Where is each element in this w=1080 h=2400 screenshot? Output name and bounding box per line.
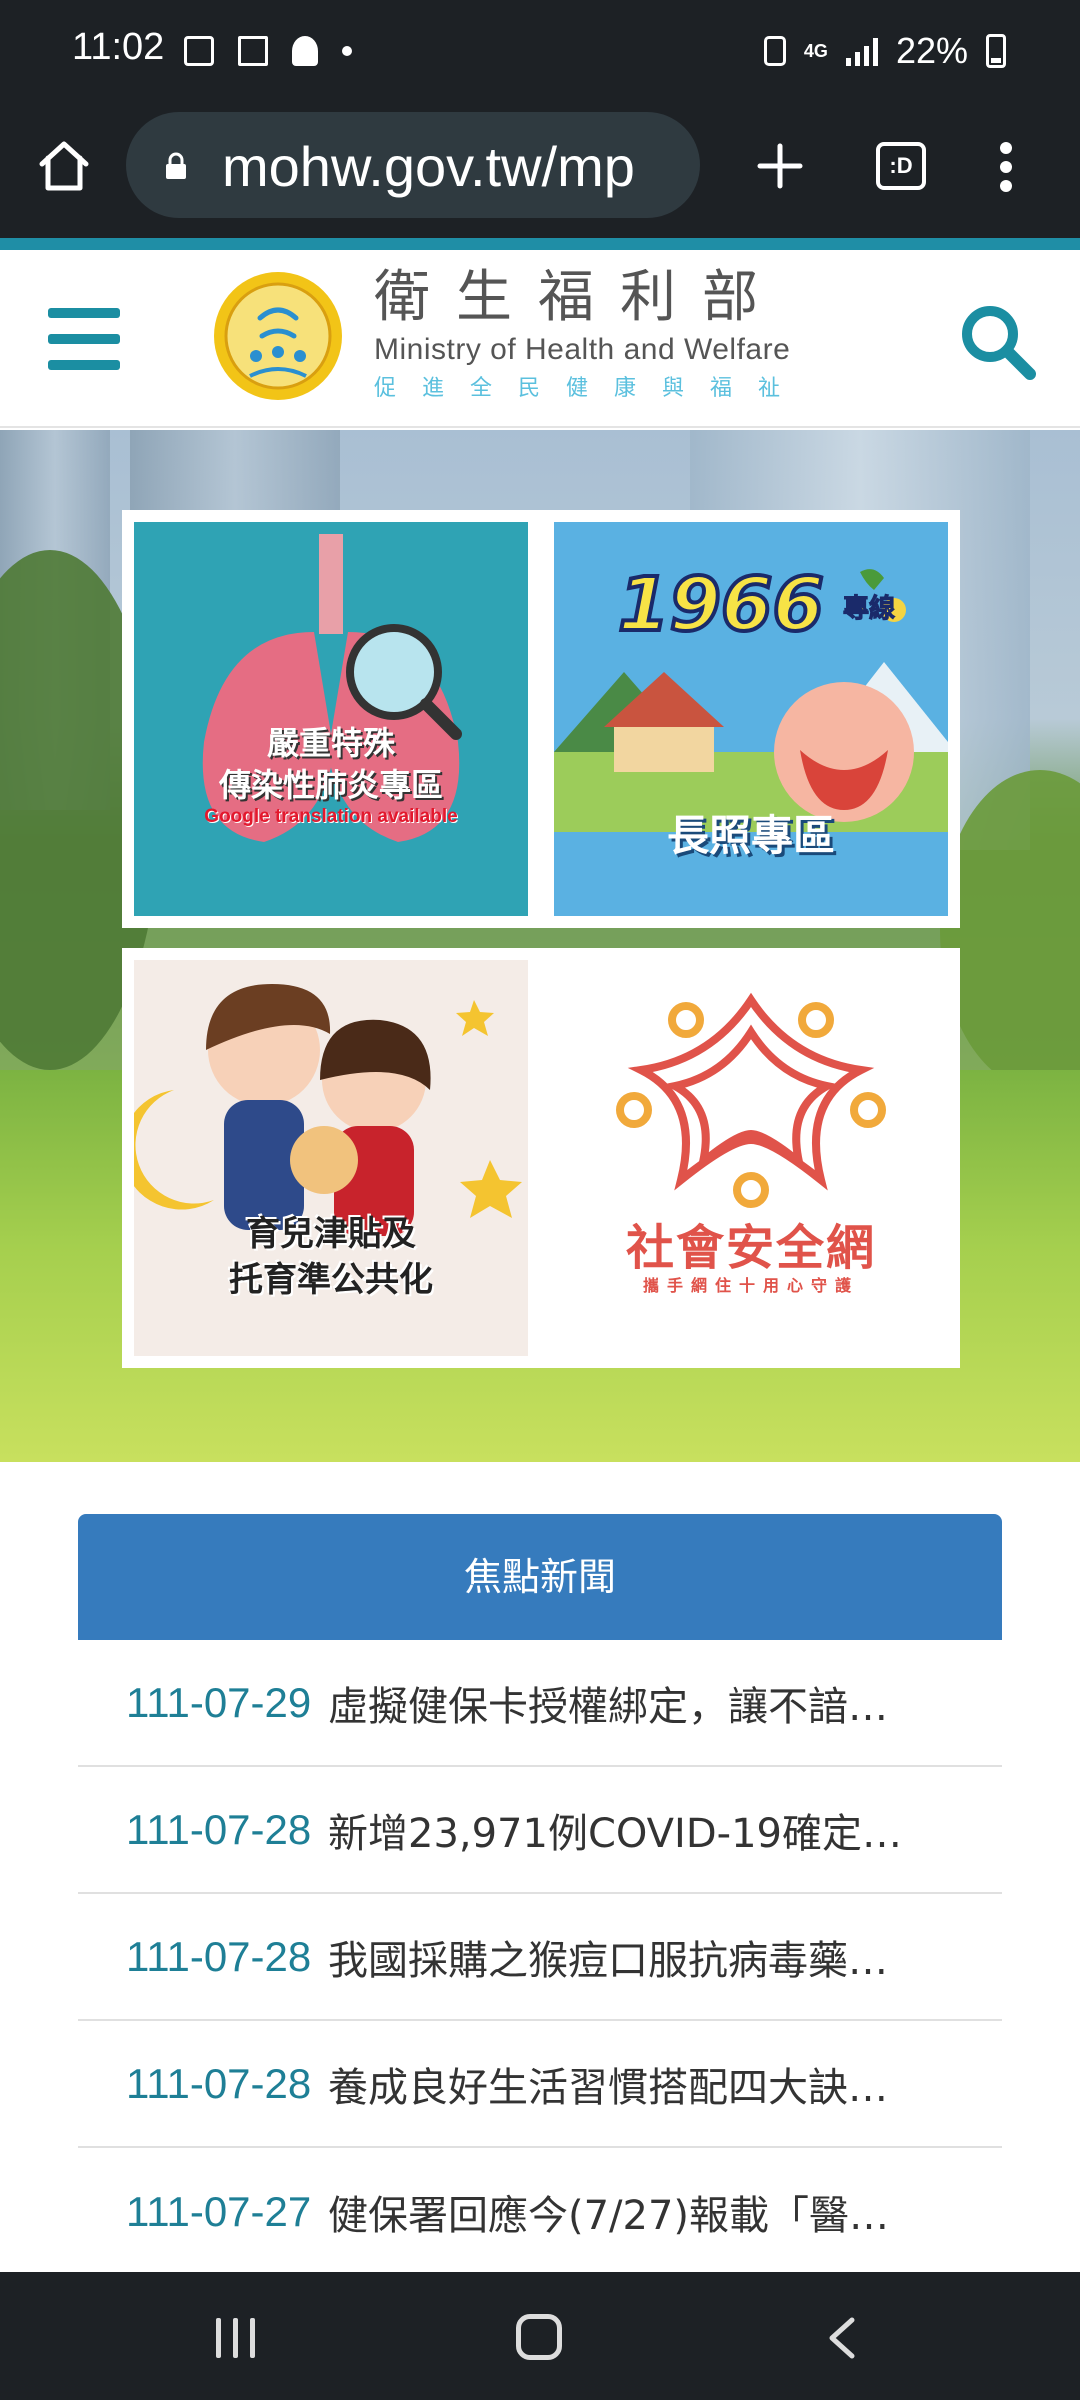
org-name-cn: 衛生福利部 <box>374 265 784 330</box>
system-navigation-bar <box>0 2272 1080 2400</box>
more-menu-icon[interactable] <box>994 142 1018 192</box>
accessibility-icon <box>292 36 318 66</box>
news-item[interactable]: 111-07-28 我國採購之猴痘口服抗病毒藥… <box>78 1894 1002 2021</box>
news-title[interactable]: 虛擬健保卡授權綁定，讓不諳… <box>328 1674 1002 1732</box>
banner-hotline-suffix: 專線 <box>842 594 895 625</box>
banner-safety-net-title: 社會安全網 <box>625 1220 876 1276</box>
address-bar[interactable]: mohw.gov.tw/mp <box>126 112 700 218</box>
banner-social-safety-net[interactable]: 社會安全網 攜手網住十用心守護 <box>554 960 948 1356</box>
site-header: 衛生福利部 Ministry of Health and Welfare 促進全… <box>0 250 1080 428</box>
lock-icon <box>166 152 186 179</box>
news-list: 111-07-29 虛擬健保卡授權綁定，讓不諳… 111-07-28 新增23,… <box>78 1640 1002 2275</box>
search-icon[interactable] <box>956 300 1038 382</box>
status-time: 11:02 <box>72 26 165 68</box>
news-date: 111-07-28 <box>126 1805 312 1853</box>
banner-covid-title-1: 嚴重特殊 <box>266 724 395 762</box>
news-date: 111-07-27 <box>126 2187 312 2235</box>
url-text: mohw.gov.tw/mp <box>222 135 635 198</box>
banner-childcare-subsidy[interactable]: 育兒津貼及 托育準公共化 <box>134 960 528 1356</box>
banner-childcare-title-2: 托育準公共化 <box>229 1260 433 1300</box>
banner-long-term-care[interactable]: 1966 專線 長照專區 <box>554 522 948 916</box>
outlook-icon <box>238 36 268 66</box>
gallery-icon <box>184 36 214 66</box>
hamburger-menu-icon[interactable] <box>48 308 120 370</box>
browser-toolbar: mohw.gov.tw/mp :D <box>0 108 1080 238</box>
home-button-icon[interactable] <box>516 2314 562 2360</box>
hero-banner-area: 嚴重特殊 傳染性肺炎專區 Google translation availabl… <box>0 430 1080 1462</box>
site-accent-bar <box>0 238 1080 250</box>
banner-safety-net-tagline: 攜手網住十用心守護 <box>642 1276 859 1295</box>
notification-icons <box>184 36 352 66</box>
back-icon[interactable] <box>824 2316 860 2360</box>
org-slogan: 促進全民健康與福祉 <box>374 376 807 401</box>
news-title[interactable]: 新增23,971例COVID-19確定… <box>328 1801 1002 1859</box>
recent-apps-icon[interactable] <box>216 2318 258 2358</box>
news-date: 111-07-29 <box>126 1678 312 1726</box>
battery-percent: 22% <box>895 30 968 71</box>
home-icon[interactable] <box>36 138 92 194</box>
banner-childcare-title-1: 育兒津貼及 <box>246 1214 416 1254</box>
news-section-heading[interactable]: 焦點新聞 <box>78 1514 1002 1640</box>
news-date: 111-07-28 <box>126 1932 312 1980</box>
site-logo-text[interactable]: 衛生福利部 Ministry of Health and Welfare 促進全… <box>374 264 874 406</box>
tab-switcher-button[interactable]: :D <box>876 142 926 190</box>
battery-icon <box>986 34 1006 68</box>
news-item[interactable]: 111-07-29 虛擬健保卡授權綁定，讓不諳… <box>78 1640 1002 1767</box>
ministry-logo-emblem[interactable] <box>210 268 346 404</box>
banner-ltc-title: 長照專區 <box>666 811 835 860</box>
signal-icon <box>845 36 878 66</box>
news-title[interactable]: 健保署回應今(7/27)報載「醫… <box>328 2183 1002 2241</box>
news-item[interactable]: 111-07-28 新增23,971例COVID-19確定… <box>78 1767 1002 1894</box>
banner-covid-note: Google translation available <box>204 806 458 827</box>
safety-net-logo <box>616 992 886 1208</box>
battery-saver-icon <box>763 36 786 66</box>
news-item[interactable]: 111-07-27 健保署回應今(7/27)報載「醫… <box>78 2148 1002 2275</box>
news-date: 111-07-28 <box>126 2059 312 2107</box>
news-item[interactable]: 111-07-28 養成良好生活習慣搭配四大訣… <box>78 2021 1002 2148</box>
network-type: 4G <box>803 41 828 61</box>
banner-covid-zone[interactable]: 嚴重特殊 傳染性肺炎專區 Google translation availabl… <box>134 522 528 916</box>
news-title[interactable]: 養成良好生活習慣搭配四大訣… <box>328 2055 1002 2113</box>
org-name-en: Ministry of Health and Welfare <box>374 333 791 366</box>
more-notifications-dot <box>342 46 352 56</box>
banner-covid-title-2: 傳染性肺炎專區 <box>218 766 443 804</box>
status-bar: 11:02 4G 22% <box>0 0 1080 108</box>
news-title[interactable]: 我國採購之猴痘口服抗病毒藥… <box>328 1928 1002 1986</box>
system-status: 4G 22% <box>763 30 1006 72</box>
plus-icon[interactable] <box>752 138 808 194</box>
